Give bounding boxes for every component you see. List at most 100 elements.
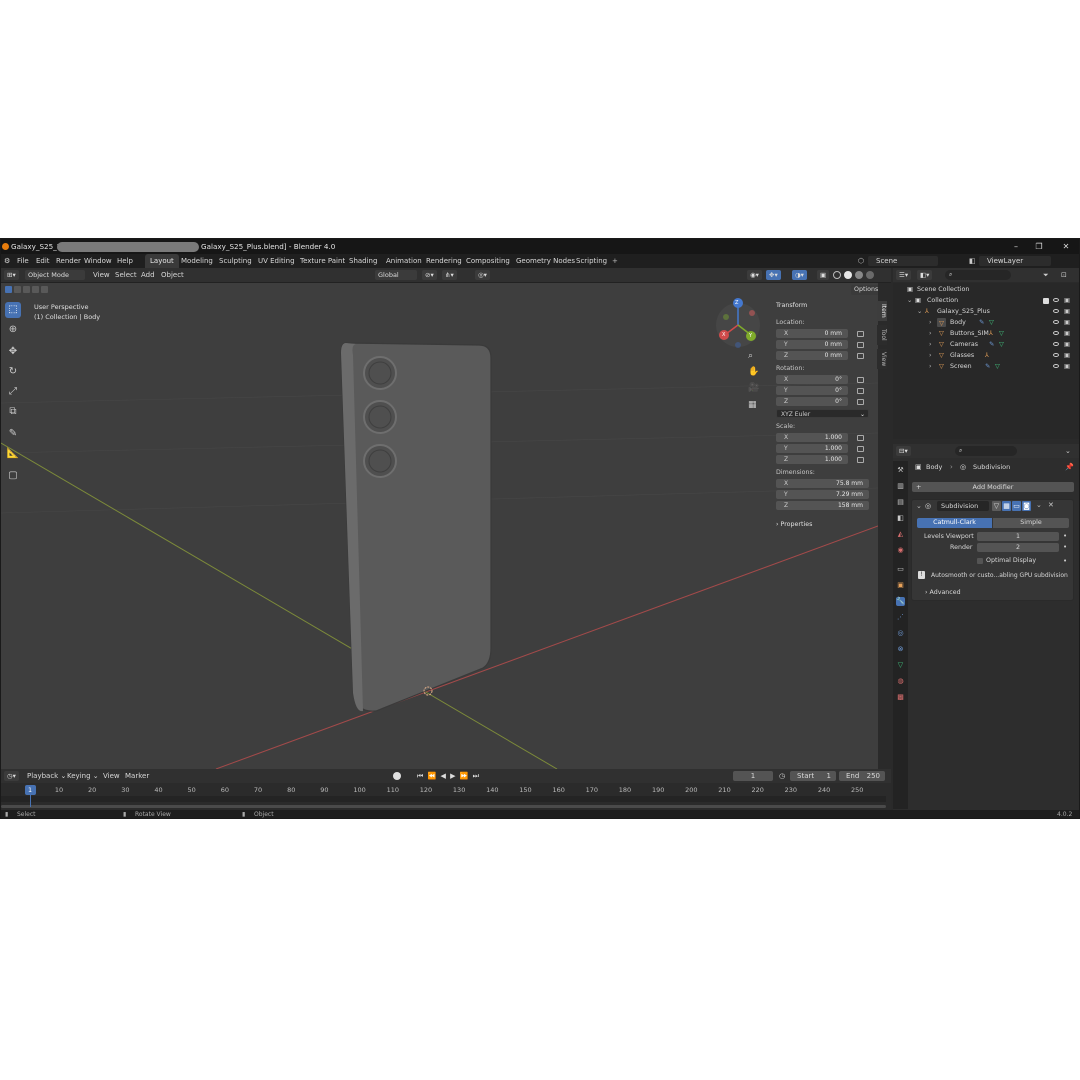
tab-modeling[interactable]: Modeling [176,254,218,268]
scale-x-field[interactable]: X 1.000 [776,433,848,442]
menu-render[interactable]: Render [56,254,81,268]
modifier-tab-icon[interactable]: 🔧 [896,597,905,606]
maximize-icon[interactable]: ❐ [1026,239,1052,254]
render-camera-icon[interactable]: ▣ [1064,339,1070,350]
tab-compositing[interactable]: Compositing [461,254,515,268]
outliner-row-body[interactable]: › ▽ Body ✎ ▽ ▣ [893,317,1079,328]
edit-mode-toggle-icon[interactable]: ▽ [992,501,1001,511]
transform-header[interactable]: Transform [776,302,807,309]
eye-icon[interactable] [1053,342,1059,346]
tab-layout[interactable]: Layout [145,254,179,268]
tab-shading[interactable]: Shading [344,254,382,268]
outliner-search-input[interactable]: ⌕ [945,270,1011,280]
location-y-field[interactable]: Y0 mm [776,340,848,349]
data-tab-icon[interactable]: ▽ [896,661,905,670]
rotation-z-field[interactable]: Z 0° [776,397,848,406]
tab-rendering[interactable]: Rendering [421,254,467,268]
overlay-toggle-icon[interactable]: ◑▾ [792,270,807,280]
outliner-row-scene-collection[interactable]: ▣ Scene Collection [893,284,1079,295]
properties-editor-type-icon[interactable]: ⊟▾ [896,446,911,456]
transform-orientation-dropdown[interactable]: Global [375,270,417,280]
select-box-tool-icon[interactable]: ⬚ [5,302,21,318]
snap-icon[interactable]: ⋔▾ [442,270,457,280]
animate-dot-icon[interactable]: • [1063,532,1067,540]
rendered-shading-icon[interactable] [866,271,874,279]
select-extend-icon[interactable] [14,286,21,293]
animate-dot-icon[interactable]: • [1063,543,1067,551]
start-frame-field[interactable]: Start 1 [790,771,836,781]
cursor-tool-icon[interactable]: ⊕ [5,322,21,338]
measure-tool-icon[interactable]: 📐 [5,446,21,462]
rotation-mode-dropdown[interactable]: XYZ Euler ⌄ [776,409,869,418]
scale-tool-icon[interactable]: ⤢ [5,384,21,400]
collection-tab-icon[interactable]: ▭ [896,565,905,574]
location-z-field[interactable]: Z0 mm [776,351,848,360]
menu-playback[interactable]: Playback ⌄ [27,769,66,783]
outliner-row-collection[interactable]: ⌄ ▣ Collection ▣ [893,295,1079,306]
menu-add[interactable]: Add [141,268,155,282]
tab-scripting[interactable]: Scripting [571,254,612,268]
tab-geometry-nodes[interactable]: Geometry Nodes [511,254,580,268]
eye-icon[interactable] [1053,309,1059,313]
pan-hand-icon[interactable]: ✋ [748,367,759,377]
lock-icon[interactable] [857,399,864,405]
dimensions-y-field[interactable]: Y 7.29 mm [776,490,869,499]
proportional-edit-icon[interactable]: ◎▾ [475,270,490,280]
options-dropdown[interactable]: Options [851,285,878,295]
menu-object[interactable]: Object [161,268,184,282]
rotation-y-field[interactable]: Y 0° [776,386,848,395]
xray-icon[interactable]: ▣ [817,270,830,280]
particles-tab-icon[interactable]: ⋰ [896,613,905,622]
current-frame-field[interactable]: 1 [733,771,773,781]
visibility-icon[interactable]: ◉▾ [747,270,762,280]
menu-keying[interactable]: Keying ⌄ [67,769,99,783]
scene-tab-icon[interactable]: ◭ [896,530,905,539]
properties-options-icon[interactable]: ⌄ [1065,444,1071,458]
view-layer-selector[interactable]: ViewLayer [979,256,1051,266]
select-invert-icon[interactable] [32,286,39,293]
eye-icon[interactable] [1053,331,1059,335]
eye-icon[interactable] [1053,298,1059,302]
rotate-tool-icon[interactable]: ↻ [5,364,21,380]
select-new-icon[interactable] [5,286,12,293]
eye-icon[interactable] [1053,320,1059,324]
collection-checkbox[interactable] [1043,298,1049,304]
outliner-row-glasses[interactable]: › ▽ Glasses ⅄ ▣ [893,350,1079,361]
outliner-row-cameras[interactable]: › ▽ Cameras ✎ ▽ ▣ [893,339,1079,350]
lock-icon[interactable] [857,342,864,348]
material-shading-icon[interactable] [855,271,863,279]
add-cube-tool-icon[interactable]: ▢ [5,468,21,484]
properties-subpanel-header[interactable]: › Properties [776,521,812,528]
outliner-editor-type-icon[interactable]: ☰▾ [896,270,912,280]
filter-icon[interactable]: ⏷ [1043,268,1049,282]
wireframe-shading-icon[interactable] [833,271,841,279]
modifier-options-icon[interactable]: ⌄ [1036,501,1042,509]
render-toggle-icon[interactable]: ◙ [1022,501,1031,511]
timeline-scrubber[interactable]: 1 10 20 30 40 50 60 70 80 90 100 110 120 130 140 150 160… [1,783,891,810]
camera-view-icon[interactable]: 🎥 [748,383,759,393]
blender-menu-icon[interactable]: ⚙ [4,254,10,268]
new-collection-icon[interactable]: ⊡ [1061,268,1067,282]
sidebar-tab-tool[interactable]: Tool [877,325,887,345]
close-window-icon[interactable]: ✕ [1053,239,1079,254]
pivot-point-icon[interactable]: ⊘▾ [422,270,437,280]
sidebar-tab-item[interactable]: Item [877,301,887,321]
transform-tool-icon[interactable]: ⧉ [5,404,21,420]
outliner-row-screen[interactable]: › ▽ Screen ✎ ▽ ▣ [893,361,1079,372]
simple-button[interactable]: Simple [993,518,1069,528]
lock-icon[interactable] [857,388,864,394]
viewport-toggle-icon[interactable]: ▭ [1012,501,1021,511]
on-cage-toggle-icon[interactable]: ▦ [1002,501,1011,511]
advanced-subpanel-header[interactable]: › Advanced [925,589,961,596]
menu-view[interactable]: View [93,268,110,282]
render-camera-icon[interactable]: ▣ [1064,306,1070,317]
pin-icon[interactable]: 📌 [1065,463,1074,471]
menu-view[interactable]: View [103,769,120,783]
select-subtract-icon[interactable] [23,286,30,293]
scene-selector[interactable]: Scene [868,256,938,266]
eye-icon[interactable] [1053,353,1059,357]
render-tab-icon[interactable]: ▥ [896,482,905,491]
location-x-field[interactable]: X0 mm [776,329,848,338]
add-workspace-button[interactable]: + [612,254,618,268]
render-camera-icon[interactable]: ▣ [1064,361,1070,372]
